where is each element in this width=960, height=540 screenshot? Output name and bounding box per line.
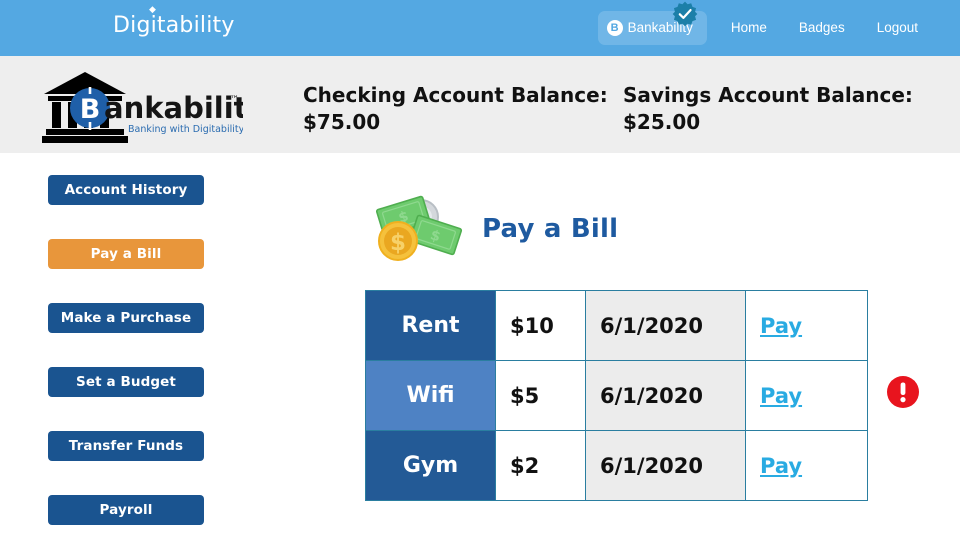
bills-table: Rent $10 6/1/2020 Pay Wifi $5 6/1/2020 P… [365,290,868,501]
sidebar-item-set-a-budget[interactable]: Set a Budget [48,367,204,397]
top-navigation-bar: ◆ Digitability B Bankability Home Badges… [0,0,960,56]
nav-item-logout[interactable]: Logout [861,11,934,45]
savings-balance-amount: $25.00 [623,110,701,134]
svg-text:™: ™ [230,95,239,105]
bill-date: 6/1/2020 [585,290,746,361]
bill-amount: $10 [495,290,586,361]
pay-link[interactable]: Pay [760,454,802,478]
sidebar-item-payroll[interactable]: Payroll [48,495,204,525]
svg-text:B: B [80,94,101,125]
logo-tagline: Banking with Digitability [128,124,243,135]
star-check-badge-icon [672,1,697,27]
account-balance-band: B ankability ™ Banking with Digitability… [0,56,960,153]
bill-action: Pay [745,430,868,501]
bill-amount: $2 [495,430,586,501]
money-cash-coin-icon: $ $ $ [375,195,463,261]
error-exclamation-icon [887,376,919,408]
pay-link[interactable]: Pay [760,384,802,408]
nav-item-home-label: Home [730,20,767,35]
bill-amount: $5 [495,360,586,431]
sidebar-item-make-a-purchase[interactable]: Make a Purchase [48,303,204,333]
bill-name: Rent [365,290,496,361]
table-row[interactable]: Gym $2 6/1/2020 Pay [365,430,868,501]
b-coin-icon: B [606,20,623,36]
nav-item-home[interactable]: Home [715,11,783,45]
sidebar-item-account-history[interactable]: Account History [48,175,204,205]
bill-action: Pay [745,360,868,431]
nav-item-bankability[interactable]: B Bankability [597,1,707,45]
gem-icon: ◆ [149,5,157,15]
bill-name: Gym [365,430,496,501]
svg-text:$: $ [390,230,406,256]
bill-date: 6/1/2020 [585,360,746,431]
savings-balance: Savings Account Balance: $25.00 [623,82,913,136]
checking-balance: Checking Account Balance: $75.00 [303,82,608,136]
bankability-logo: B ankability ™ Banking with Digitability [42,72,243,143]
table-row[interactable]: Rent $10 6/1/2020 Pay [365,290,868,361]
sidebar-item-transfer-funds[interactable]: Transfer Funds [48,431,204,461]
digitability-brand-logo[interactable]: ◆ Digitability [113,6,235,39]
page-header: $ $ $ Pay a Bill [372,193,618,265]
brand-label: Digitability [113,13,235,38]
page-title: Pay a Bill [482,214,619,244]
table-row[interactable]: Wifi $5 6/1/2020 Pay [365,360,868,431]
bill-date: 6/1/2020 [585,430,746,501]
nav-links: B Bankability Home Badges Logout [597,0,934,56]
app-root: ◆ Digitability B Bankability Home Badges… [0,0,960,540]
sidebar-menu: Account History Pay a Bill Make a Purcha… [48,175,204,540]
savings-balance-label: Savings Account Balance: [623,83,913,107]
nav-item-badges-label: Badges [798,20,845,35]
sidebar-item-pay-a-bill[interactable]: Pay a Bill [48,239,204,269]
bill-name: Wifi [365,360,496,431]
checking-balance-label: Checking Account Balance: [303,83,608,107]
checking-balance-amount: $75.00 [303,110,381,134]
logo-wordmark: ankability [104,91,243,125]
bill-action: Pay [745,290,868,361]
nav-item-logout-label: Logout [876,20,918,35]
pay-link[interactable]: Pay [760,314,802,338]
nav-item-badges[interactable]: Badges [783,11,861,45]
